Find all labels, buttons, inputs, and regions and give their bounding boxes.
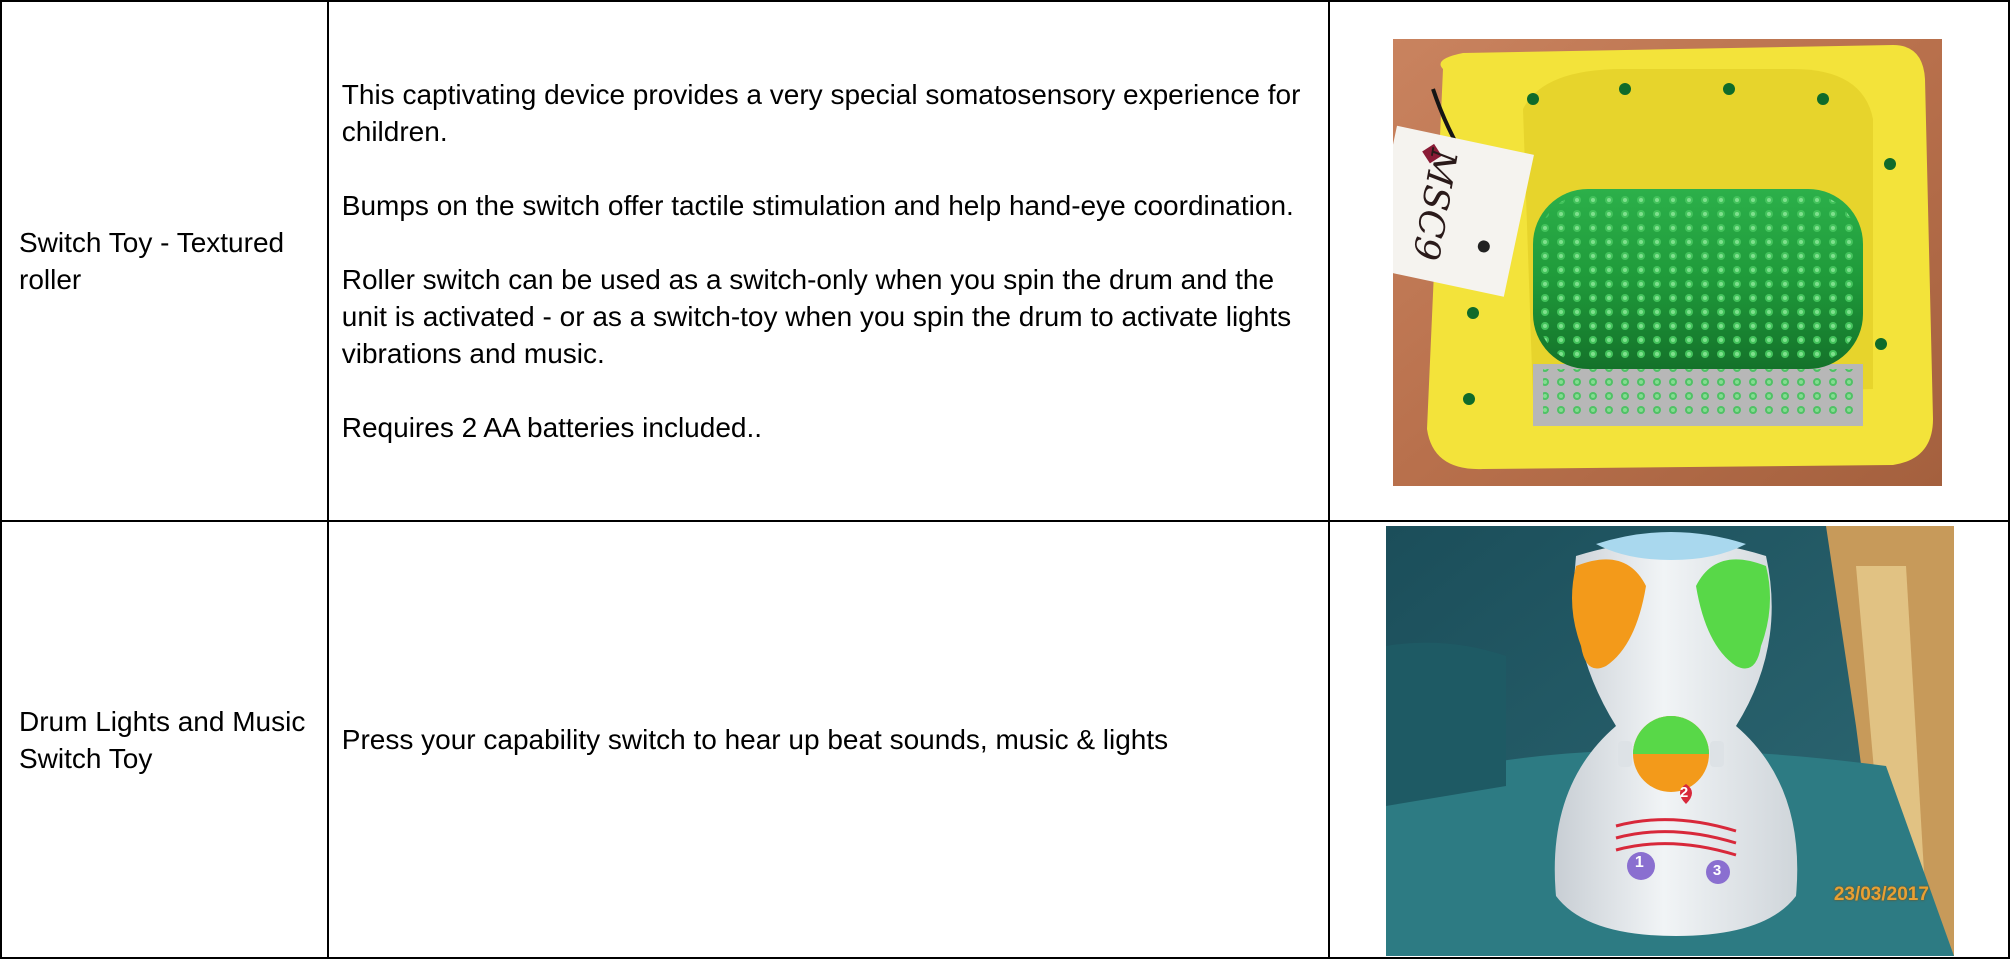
product-photo-cell: [1327, 0, 2010, 522]
table-row: Switch Toy - Textured roller This captiv…: [0, 0, 2010, 522]
product-table: Switch Toy - Textured roller This captiv…: [0, 0, 2010, 959]
description-paragraph: Requires 2 AA batteries included..: [341, 412, 763, 443]
description-paragraph: This captivating device provides a very …: [341, 79, 1301, 147]
product-name: Switch Toy - Textured roller: [19, 227, 285, 295]
date-stamp: 23/03/2017: [1833, 884, 1929, 905]
textured-roller-switch-icon: [1392, 39, 1942, 486]
drum-switch-toy-icon: 1 2 3 23/03/2017: [1385, 526, 1954, 956]
description-paragraph: Bumps on the switch offer tactile stimul…: [341, 190, 1294, 221]
description-paragraph: Press your capability switch to hear up …: [341, 724, 1169, 755]
product-name: Drum Lights and Music Switch Toy: [19, 705, 306, 774]
roller-photo: [1392, 39, 1942, 486]
product-name-cell: Drum Lights and Music Switch Toy: [0, 520, 329, 959]
badge-number: 1: [1634, 854, 1644, 871]
product-photo-cell: 1 2 3 23/03/2017: [1327, 520, 2010, 959]
badge-number: 2: [1679, 784, 1689, 801]
description-paragraph: Roller switch can be used as a switch-on…: [341, 264, 1292, 369]
table-row: Drum Lights and Music Switch Toy Press y…: [0, 520, 2010, 959]
product-name-cell: Switch Toy - Textured roller: [0, 0, 329, 522]
product-description-cell: Press your capability switch to hear up …: [326, 520, 1330, 959]
badge-number: 3: [1712, 862, 1722, 879]
product-description-cell: This captivating device provides a very …: [326, 0, 1330, 522]
